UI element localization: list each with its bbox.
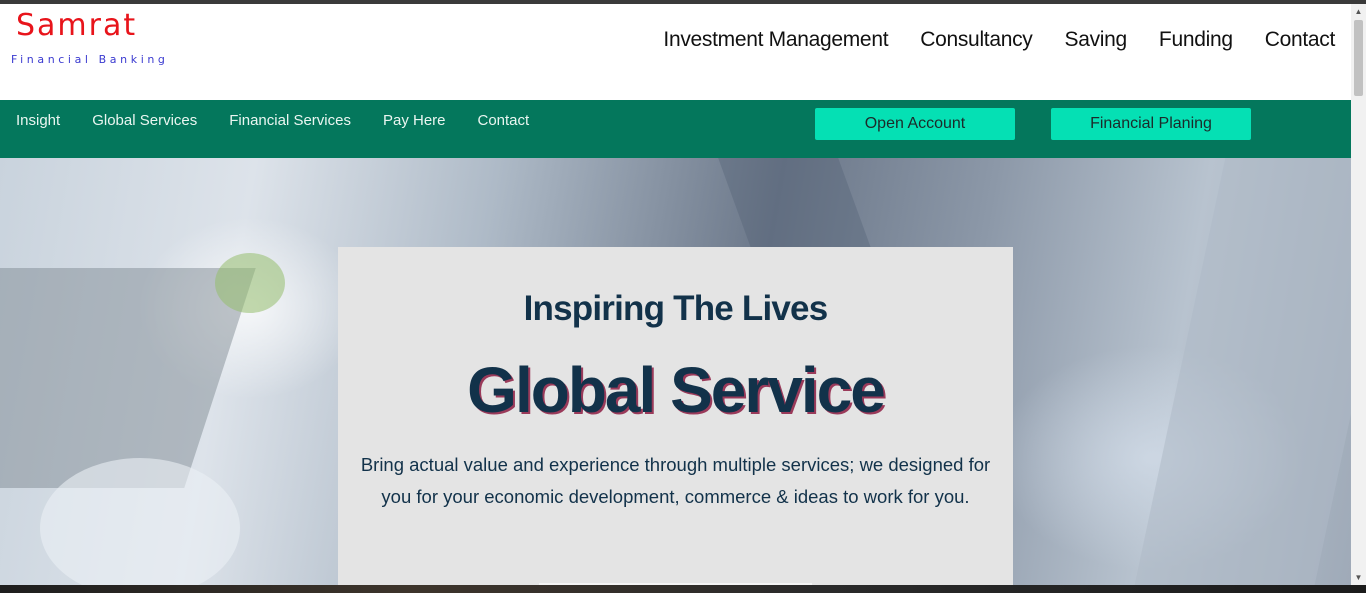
scroll-down-arrow-icon[interactable]: ▼ — [1351, 570, 1366, 585]
nav-consultancy[interactable]: Consultancy — [920, 28, 1033, 52]
nav-saving[interactable]: Saving — [1065, 28, 1128, 52]
taskbar-edge — [0, 585, 1366, 593]
nav-funding[interactable]: Funding — [1159, 28, 1233, 52]
subnav-global-services[interactable]: Global Services — [92, 112, 197, 129]
scroll-up-arrow-icon[interactable]: ▲ — [1351, 4, 1366, 19]
hero-background-sleeve — [1134, 158, 1351, 585]
vertical-scrollbar[interactable]: ▲ ▼ — [1351, 4, 1366, 585]
site-header: Samrat Financial Banking Investment Mana… — [0, 4, 1351, 100]
hero-background-plant — [215, 253, 285, 313]
financial-planing-button[interactable]: Financial Planing — [1051, 108, 1251, 140]
subnav-pay-here[interactable]: Pay Here — [383, 112, 446, 129]
subnav-financial-services[interactable]: Financial Services — [229, 112, 351, 129]
scroll-thumb[interactable] — [1354, 20, 1363, 96]
logo-title[interactable]: Samrat — [16, 8, 137, 43]
hero-background-glass — [40, 458, 240, 585]
secondary-nav-links: Insight Global Services Financial Servic… — [16, 112, 529, 129]
hero-description: Bring actual value and experience throug… — [360, 454, 991, 507]
page-viewport: Samrat Financial Banking Investment Mana… — [0, 4, 1351, 585]
nav-investment-management[interactable]: Investment Management — [663, 28, 888, 52]
open-account-button[interactable]: Open Account — [815, 108, 1015, 140]
hero-subtitle: Inspiring The Lives — [523, 289, 829, 328]
logo-subtitle: Financial Banking — [11, 53, 169, 66]
secondary-nav-bar: Insight Global Services Financial Servic… — [0, 100, 1351, 158]
hero-section: Inspiring The Lives Global Service Bring… — [0, 158, 1351, 585]
hero-card: Inspiring The Lives Global Service Bring… — [338, 247, 1013, 585]
subnav-contact[interactable]: Contact — [478, 112, 530, 129]
hero-title: Global Service — [467, 354, 886, 426]
hero-background-image — [0, 268, 256, 488]
main-nav: Investment Management Consultancy Saving… — [663, 28, 1335, 52]
nav-contact[interactable]: Contact — [1265, 28, 1336, 52]
subnav-insight[interactable]: Insight — [16, 112, 60, 129]
